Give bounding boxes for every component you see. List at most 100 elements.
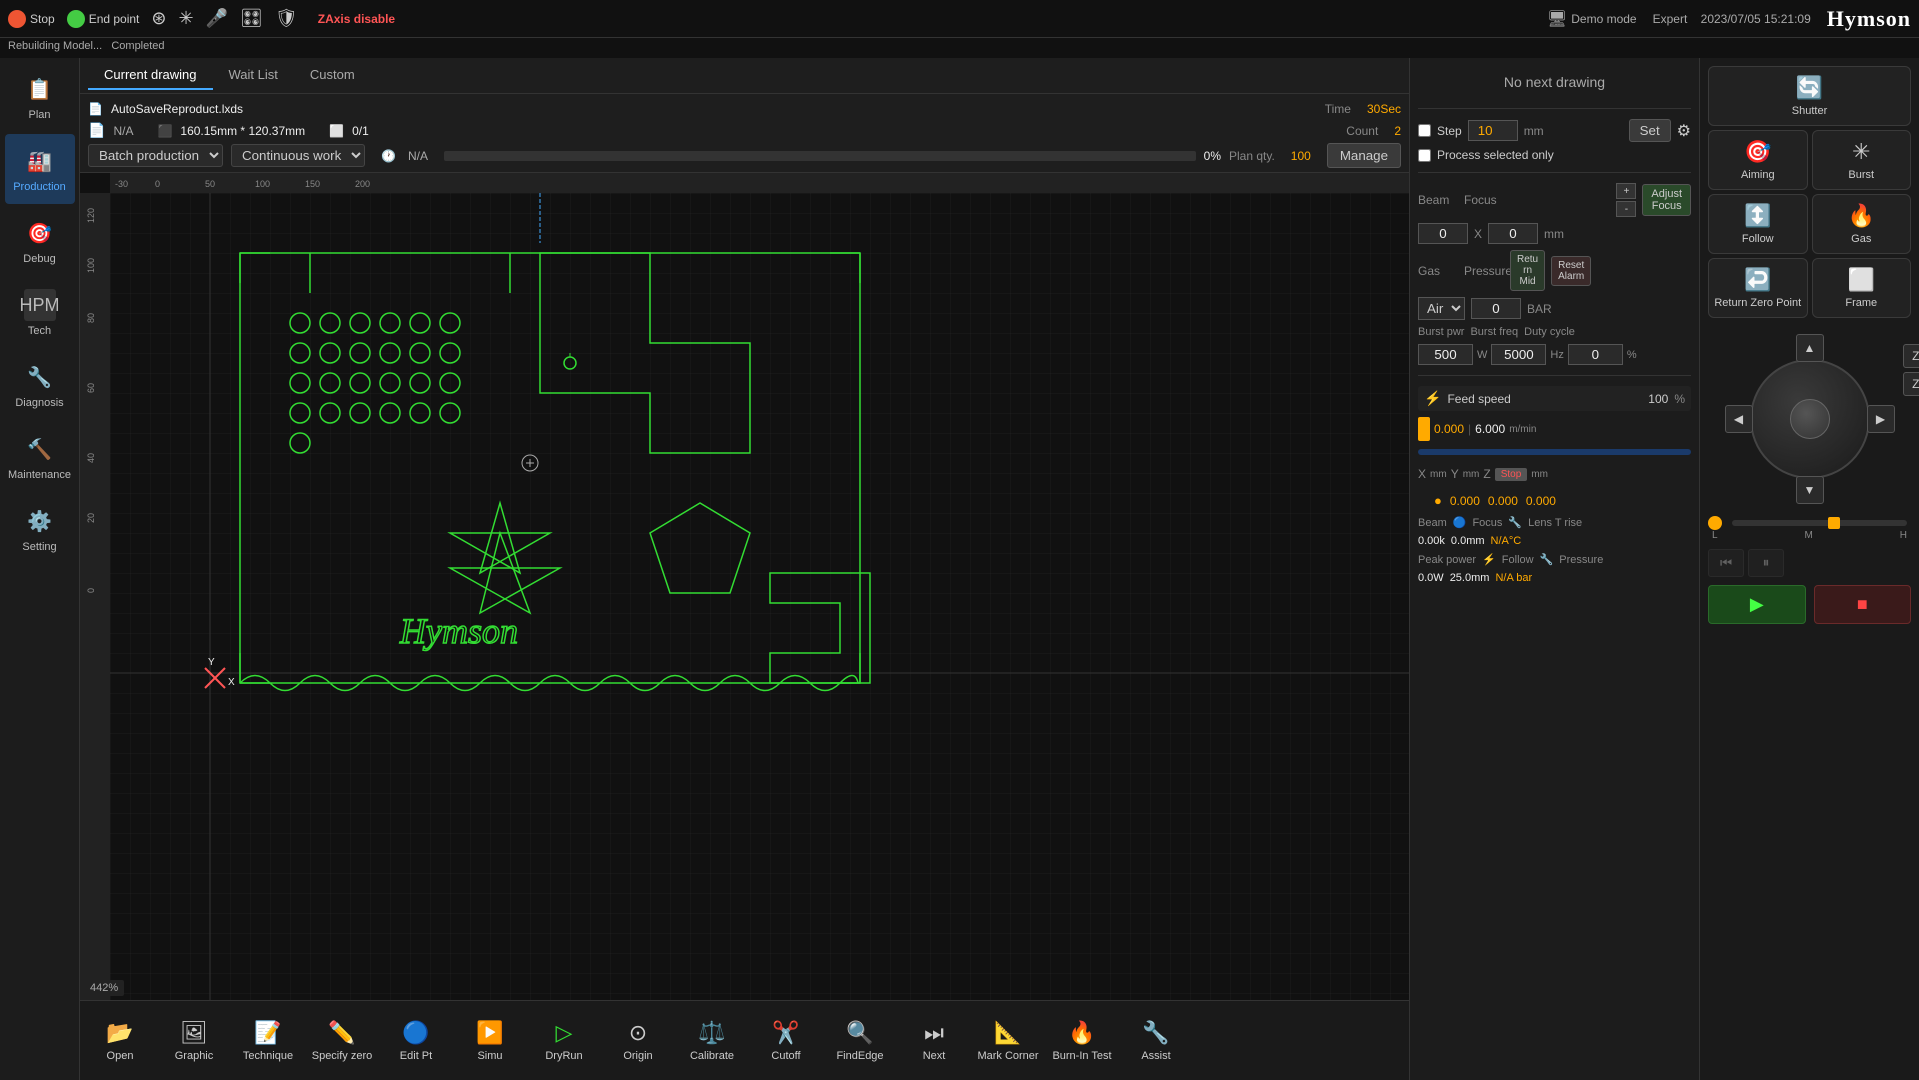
calibrate-button[interactable]: ⚖️ Calibrate [676, 1005, 748, 1077]
graphic-button[interactable]: 🖼 Graphic [158, 1005, 230, 1077]
burst-pwr-input[interactable] [1418, 344, 1473, 365]
slider-thumb[interactable] [1828, 517, 1840, 529]
icon-btn-2[interactable]: ✳ [179, 8, 194, 29]
center-and-right: Current drawing Wait List Custom 📄 AutoS… [80, 58, 1919, 1080]
play-pause-row: ⏮ ⏸ [1700, 545, 1919, 581]
tab-wait-list[interactable]: Wait List [213, 61, 294, 90]
frame-button[interactable]: ⬜ Frame [1812, 258, 1912, 318]
dryrun-button[interactable]: ▷ DryRun [528, 1005, 600, 1077]
star-icon: ✳ [179, 8, 194, 29]
center-content: Current drawing Wait List Custom 📄 AutoS… [80, 58, 1409, 1080]
return-zero-button[interactable]: ↩️ Return Zero Point [1708, 258, 1808, 318]
process-checkbox[interactable] [1418, 149, 1431, 162]
mark-corner-button[interactable]: 📐 Mark Corner [972, 1005, 1044, 1077]
aiming-button[interactable]: 🎯 Aiming [1708, 130, 1808, 190]
sidebar-item-debug[interactable]: 🎯 Debug [5, 206, 75, 276]
step-back-button[interactable]: ⏮ [1708, 549, 1744, 577]
divider-3 [1418, 375, 1691, 376]
follow-button[interactable]: ↕️ Follow [1708, 194, 1808, 254]
batch-mode-select[interactable]: Batch production [88, 144, 223, 167]
size-row: 📄 N/A ⬛ 160.15mm * 120.37mm ⬜ 0/1 Count … [88, 120, 1401, 141]
stop-button[interactable]: Stop [8, 10, 55, 28]
cutoff-label: Cutoff [771, 1050, 800, 1062]
shutter-button[interactable]: 🔄 Shutter [1708, 66, 1911, 126]
work-mode-select[interactable]: Continuous work [231, 144, 365, 167]
z-up-button[interactable]: Z↑ [1903, 344, 1919, 368]
main-canvas-svg[interactable]: X Y [110, 193, 1409, 1000]
findedge-button[interactable]: 🔍 FindEdge [824, 1005, 896, 1077]
slider-track[interactable] [1732, 520, 1907, 526]
step-input[interactable] [1468, 120, 1518, 141]
icon-btn-3[interactable]: 🎤 [206, 8, 228, 29]
top-bar-right: 🖥 Demo mode Expert 2023/07/05 15:21:09 H… [1547, 6, 1911, 32]
edit-pt-button[interactable]: 🔵 Edit Pt [380, 1005, 452, 1077]
gas-select[interactable]: Air [1418, 297, 1465, 320]
slider-dot [1708, 516, 1722, 530]
assist-button[interactable]: 🔧 Assist [1120, 1005, 1192, 1077]
svg-text:0: 0 [155, 179, 160, 189]
sensor-row-1: Beam 🔵 Focus 🔧 Lens T rise [1418, 516, 1691, 529]
tab-current-drawing[interactable]: Current drawing [88, 61, 213, 90]
duty-cycle-input[interactable] [1568, 344, 1623, 365]
sidebar-item-plan[interactable]: 📋 Plan [5, 62, 75, 132]
focus-val-input[interactable] [1488, 223, 1538, 244]
burst-freq-input[interactable] [1491, 344, 1546, 365]
arrow-down-button[interactable]: ▼ [1796, 476, 1824, 504]
cutoff-button[interactable]: ✂️ Cutoff [750, 1005, 822, 1077]
icon-btn-5[interactable]: 🛡 [275, 8, 298, 29]
burst-freq-label: Burst freq [1470, 326, 1518, 338]
step-unit: mm [1524, 124, 1544, 138]
bottom-toolbar: 📂 Open 🖼 Graphic 📝 Technique ✏️ Specify … [80, 1000, 1409, 1080]
sidebar-item-diagnosis[interactable]: 🔧 Diagnosis [5, 350, 75, 420]
sensor-values-1: 0.00k 0.0mm N/A°C [1418, 535, 1691, 547]
z-down-button[interactable]: Z↓ [1903, 372, 1919, 396]
stop-button-large[interactable]: ■ [1814, 585, 1912, 624]
burn-in-test-button[interactable]: 🔥 Burn-In Test [1046, 1005, 1118, 1077]
icon-btn-1[interactable]: ⊛ [151, 8, 166, 29]
slider-row [1708, 516, 1911, 530]
minus-button[interactable]: - [1616, 201, 1636, 217]
sidebar-item-setting[interactable]: ⚙️ Setting [5, 494, 75, 564]
burst-button[interactable]: ✳ Burst [1812, 130, 1912, 190]
z-buttons: Z↑ Z↓ [1903, 344, 1919, 396]
endpoint-button[interactable]: End point [67, 10, 140, 28]
specify-zero-button[interactable]: ✏️ Specify zero [306, 1005, 378, 1077]
beam-val-input[interactable] [1418, 223, 1468, 244]
joystick-container: Z↑ Z↓ ▲ ▼ ◀ [1725, 334, 1895, 504]
sidebar-item-tech[interactable]: HPM Tech [5, 278, 75, 348]
step-label: Step [1437, 124, 1462, 138]
sidebar-item-production[interactable]: 🏭 Production [5, 134, 75, 204]
plus-button[interactable]: + [1616, 183, 1636, 199]
reset-alarm-button[interactable]: ResetAlarm [1551, 256, 1591, 286]
open-button[interactable]: 📂 Open [84, 1005, 156, 1077]
pause-button[interactable]: ⏸ [1748, 549, 1784, 577]
return-mid-button[interactable]: ReturnMid [1510, 250, 1545, 291]
simu-button[interactable]: ▶️ Simu [454, 1005, 526, 1077]
technique-button[interactable]: 📝 Technique [232, 1005, 304, 1077]
pressure-input[interactable] [1471, 298, 1521, 319]
process-row: Process selected only [1418, 148, 1691, 162]
next-button[interactable]: ⏭ Next [898, 1005, 970, 1077]
set-button[interactable]: Set [1629, 119, 1671, 142]
demo-mode-indicator: 🖥 Demo mode [1547, 9, 1637, 29]
right-controls-panel: No next drawing Step mm Set ⚙ Proces [1409, 58, 1699, 1080]
adjust-focus-button[interactable]: AdjustFocus [1642, 184, 1691, 216]
sidebar-item-maintenance[interactable]: 🔨 Maintenance [5, 422, 75, 492]
gas-button[interactable]: 🔥 Gas [1812, 194, 1912, 254]
step-checkbox[interactable] [1418, 124, 1431, 137]
cutoff-icon: ✂️ [772, 1020, 799, 1046]
joystick-circle[interactable] [1750, 359, 1870, 479]
tab-custom[interactable]: Custom [294, 61, 371, 90]
joystick-center [1790, 399, 1830, 439]
dryrun-label: DryRun [545, 1050, 582, 1062]
bar-label: BAR [1527, 302, 1552, 316]
arrow-right-button[interactable]: ▶ [1867, 405, 1895, 433]
hymson-logo: Hymson [1827, 6, 1911, 32]
findedge-icon: 🔍 [846, 1020, 873, 1046]
manage-button[interactable]: Manage [1327, 143, 1401, 168]
icon-btn-4[interactable]: 🎛 [240, 8, 263, 29]
arrow-up-button[interactable]: ▲ [1796, 334, 1824, 362]
origin-button[interactable]: ⊙ Origin [602, 1005, 674, 1077]
arrow-left-button[interactable]: ◀ [1725, 405, 1753, 433]
start-button[interactable]: ▶ [1708, 585, 1806, 624]
